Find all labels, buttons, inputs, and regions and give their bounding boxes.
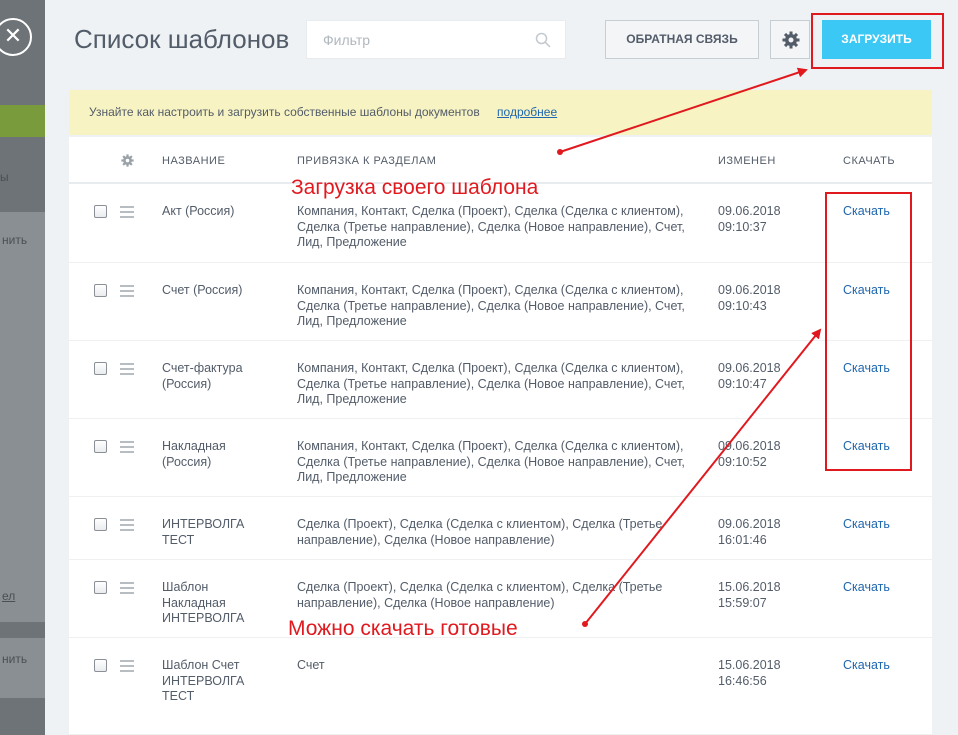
arrow-dot	[557, 149, 563, 155]
arrow-to-download	[584, 328, 822, 625]
arrow-dot	[582, 621, 588, 627]
annotation-arrows	[557, 67, 822, 627]
arrow-to-upload	[559, 67, 808, 153]
